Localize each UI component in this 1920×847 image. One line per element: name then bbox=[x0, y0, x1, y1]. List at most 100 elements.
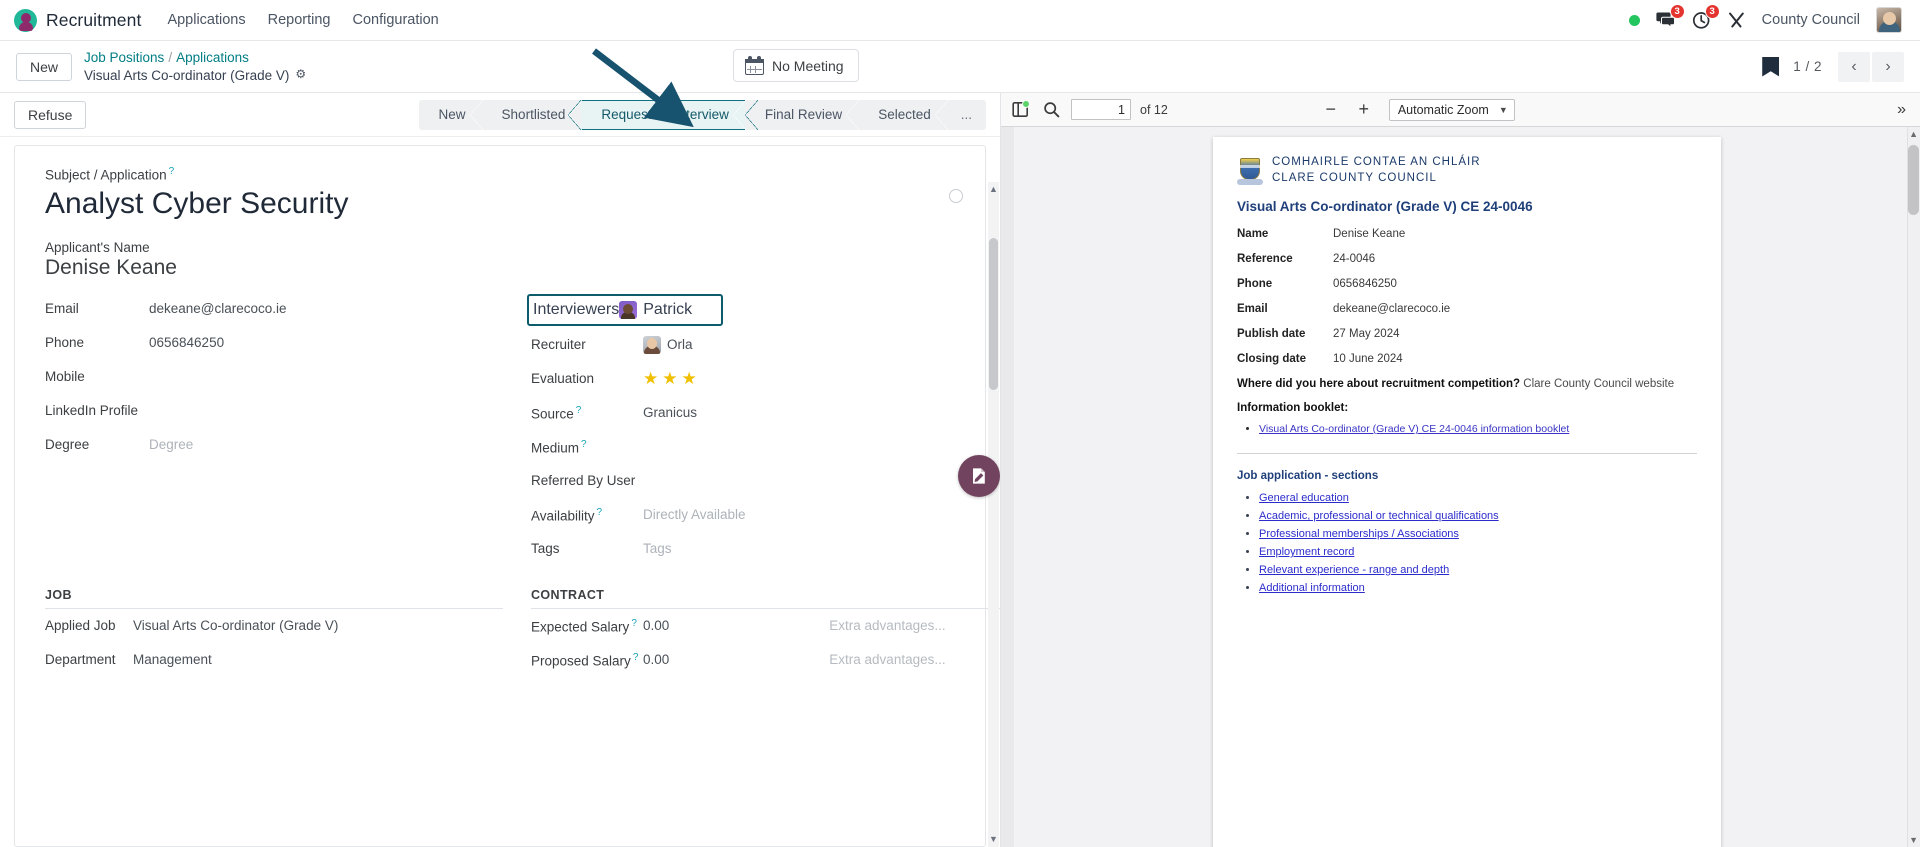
pdf-viewport[interactable]: COMHAIRLE CONTAE AN CHLÁIR CLARE COUNTY … bbox=[1001, 127, 1920, 847]
star-icon[interactable]: ★ bbox=[662, 370, 677, 387]
no-meeting-button[interactable]: No Meeting bbox=[733, 49, 859, 82]
field-referred-by: Referred By User bbox=[531, 464, 1000, 498]
menu-reporting[interactable]: Reporting bbox=[268, 12, 331, 28]
applicant-name-label: Applicant's Name bbox=[45, 239, 150, 255]
form-scrollbar[interactable]: ▲ ▼ bbox=[988, 182, 999, 847]
evaluation-stars[interactable]: ★ ★ ★ bbox=[643, 370, 697, 387]
search-icon[interactable] bbox=[1040, 99, 1062, 121]
double-chevron-right-icon[interactable]: » bbox=[1893, 101, 1910, 119]
help-icon[interactable]: ? bbox=[633, 652, 639, 663]
pdf-section-link-employment-record[interactable]: Employment record bbox=[1259, 546, 1354, 558]
field-evaluation: Evaluation ★ ★ ★ bbox=[531, 362, 1000, 396]
pdf-zoom-in-button[interactable]: + bbox=[1352, 98, 1376, 122]
pager-previous-button[interactable]: ‹ bbox=[1838, 51, 1870, 82]
scroll-up-arrow-icon[interactable]: ▲ bbox=[989, 184, 998, 194]
form-scrollbar-thumb[interactable] bbox=[989, 238, 998, 390]
gear-icon[interactable]: ⚙ bbox=[295, 67, 306, 82]
pager-next-button[interactable]: › bbox=[1872, 51, 1904, 82]
bookmark-icon[interactable] bbox=[1762, 57, 1779, 77]
field-department-value[interactable]: Management bbox=[133, 652, 212, 667]
sidebar-toggle-icon[interactable] bbox=[1009, 99, 1031, 121]
scroll-down-arrow-icon[interactable]: ▼ bbox=[989, 834, 998, 844]
priority-toggle[interactable] bbox=[949, 189, 963, 203]
field-expected-salary-value[interactable]: 0.00 bbox=[643, 618, 669, 633]
pdf-scrollbar[interactable]: ▲ ▼ bbox=[1907, 127, 1920, 847]
statusbar-item-new[interactable]: New bbox=[419, 99, 483, 130]
statusbar-item-selected[interactable]: Selected bbox=[858, 99, 948, 130]
help-icon[interactable]: ? bbox=[631, 618, 637, 629]
pdf-row-name-key: Name bbox=[1237, 228, 1269, 241]
field-degree-value[interactable]: Degree bbox=[149, 437, 193, 452]
help-icon[interactable]: ? bbox=[576, 405, 582, 416]
pdf-row-reference-key: Reference bbox=[1237, 253, 1293, 266]
statusbar-item-request-for-interview[interactable]: Request for Interview bbox=[568, 99, 758, 130]
statusbar-item-final-review[interactable]: Final Review bbox=[745, 99, 860, 130]
pdf-scrollbar-thumb[interactable] bbox=[1908, 145, 1919, 215]
pdf-booklet-link[interactable]: Visual Arts Co-ordinator (Grade V) CE 24… bbox=[1259, 423, 1569, 435]
statusbar-item-shortlisted[interactable]: Shortlisted bbox=[482, 99, 583, 130]
refuse-button[interactable]: Refuse bbox=[14, 100, 87, 129]
breadcrumb: Job Positions / Applications Visual Arts C… bbox=[84, 49, 306, 84]
help-icon[interactable]: ? bbox=[597, 507, 603, 518]
form-status-row: Refuse New Shortlisted Request for Inter… bbox=[0, 93, 1000, 137]
company-name[interactable]: County Council bbox=[1762, 12, 1860, 28]
statusbar-more-button[interactable]: ... bbox=[947, 100, 986, 130]
pdf-row-name: Name Denise Keane bbox=[1237, 228, 1697, 240]
pdf-zoom-select[interactable]: Automatic Zoom ▼ bbox=[1388, 98, 1515, 121]
star-icon[interactable]: ★ bbox=[643, 370, 658, 387]
applicant-name-value[interactable]: Denise Keane bbox=[45, 256, 955, 280]
field-evaluation-label: Evaluation bbox=[531, 371, 595, 387]
field-phone-value[interactable]: 0656846250 bbox=[149, 335, 224, 350]
star-icon[interactable]: ★ bbox=[682, 370, 697, 387]
field-availability-value[interactable]: Directly Available bbox=[643, 507, 746, 522]
breadcrumb-job-positions[interactable]: Job Positions bbox=[84, 50, 164, 65]
presence-dot-icon bbox=[1628, 14, 1640, 26]
field-linkedin: LinkedIn Profile bbox=[45, 394, 531, 428]
field-referred-by-label: Referred By User bbox=[531, 473, 636, 489]
pdf-booklet-list: Visual Arts Co-ordinator (Grade V) CE 24… bbox=[1259, 423, 1697, 435]
pdf-section-link-additional-information[interactable]: Additional information bbox=[1259, 582, 1365, 594]
pdf-booklet-label: Information booklet: bbox=[1237, 402, 1349, 415]
document-edit-icon bbox=[973, 468, 985, 484]
statusbar: New Shortlisted Request for Interview Fi… bbox=[418, 99, 986, 130]
pdf-page-input[interactable] bbox=[1071, 99, 1131, 120]
pdf-section-link-professional-memberships[interactable]: Professional memberships / Associations bbox=[1259, 528, 1459, 540]
field-email-value[interactable]: dekeane@clarecoco.ie bbox=[149, 301, 287, 316]
pdf-section-link-general-education[interactable]: General education bbox=[1259, 492, 1349, 504]
pdf-section-link-relevant-experience[interactable]: Relevant experience - range and depth bbox=[1259, 564, 1449, 576]
subject-value[interactable]: Analyst Cyber Security bbox=[45, 186, 955, 221]
breadcrumb-applications[interactable]: Applications bbox=[176, 50, 249, 65]
pdf-question-answer: Clare County Council website bbox=[1523, 378, 1675, 391]
recruiter-avatar-icon bbox=[643, 335, 661, 354]
help-icon[interactable]: ? bbox=[169, 166, 175, 177]
control-panel-right: 1 / 2 ‹ › bbox=[1762, 51, 1904, 82]
field-proposed-salary-value[interactable]: 0.00 bbox=[643, 652, 669, 667]
help-icon[interactable]: ? bbox=[581, 439, 587, 450]
form-sheet: Subject / Application? Analyst Cyber Sec… bbox=[14, 145, 1000, 847]
new-button[interactable]: New bbox=[16, 52, 73, 81]
apps-button[interactable] bbox=[1727, 11, 1746, 30]
pdf-scroll-down-arrow-icon[interactable]: ▼ bbox=[1909, 835, 1918, 845]
attachment-preview-button[interactable] bbox=[958, 455, 1000, 497]
field-applied-job-value[interactable]: Visual Arts Co-ordinator (Grade V) bbox=[133, 618, 338, 633]
user-avatar-icon[interactable] bbox=[1876, 7, 1902, 33]
pdf-scroll-up-arrow-icon[interactable]: ▲ bbox=[1909, 129, 1918, 139]
field-availability: Availability? Directly Available bbox=[531, 498, 1000, 532]
field-tags-value[interactable]: Tags bbox=[643, 541, 672, 556]
breadcrumb-separator: / bbox=[168, 50, 173, 66]
menu-configuration[interactable]: Configuration bbox=[353, 12, 439, 28]
field-recruiter-value[interactable]: Orla bbox=[643, 335, 693, 354]
pdf-row-email: Email dekeane@clarecoco.ie bbox=[1237, 303, 1697, 315]
control-panel: New Job Positions / Applications Visual Ar… bbox=[0, 41, 1920, 93]
field-expected-salary-extra[interactable]: Extra advantages... bbox=[829, 618, 945, 633]
app-brand[interactable]: Recruitment bbox=[14, 8, 141, 32]
no-meeting-label: No Meeting bbox=[772, 57, 844, 74]
messages-button[interactable]: 3 bbox=[1656, 4, 1685, 29]
pdf-section-link-academic-qualifications[interactable]: Academic, professional or technical qual… bbox=[1259, 510, 1499, 522]
pdf-zoom-out-button[interactable]: − bbox=[1319, 98, 1343, 122]
field-source-value[interactable]: Granicus bbox=[643, 405, 697, 420]
field-proposed-salary-extra[interactable]: Extra advantages... bbox=[829, 652, 945, 667]
field-interviewers-value[interactable]: Patrick bbox=[619, 300, 692, 319]
menu-applications[interactable]: Applications bbox=[167, 12, 245, 28]
activities-button[interactable]: 3 bbox=[1692, 3, 1720, 30]
